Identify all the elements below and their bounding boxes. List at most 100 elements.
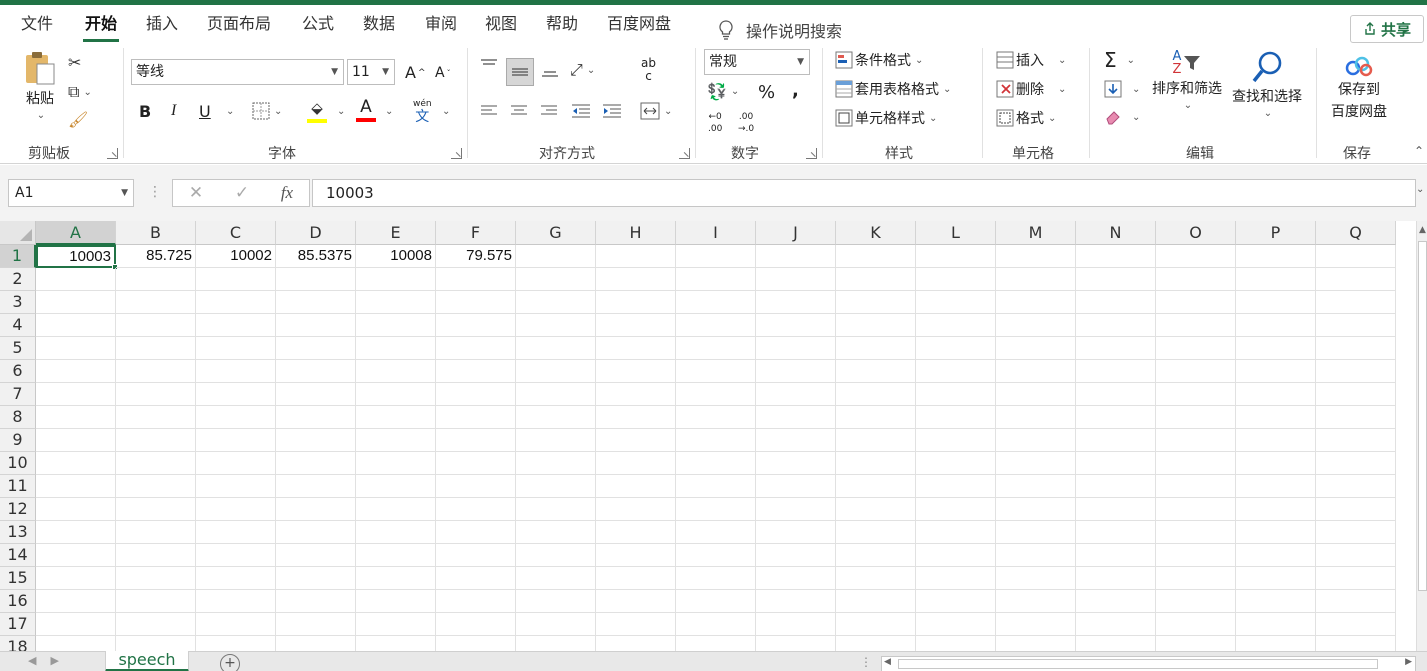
cell-k5[interactable] <box>836 337 916 360</box>
row-header-18[interactable]: 18 <box>0 636 36 651</box>
tab-review[interactable]: 审阅 <box>423 12 459 42</box>
cell-p8[interactable] <box>1236 406 1316 429</box>
cell-k8[interactable] <box>836 406 916 429</box>
cell-d15[interactable] <box>276 567 356 590</box>
cell-c10[interactable] <box>196 452 276 475</box>
cell-a16[interactable] <box>36 590 116 613</box>
chevron-down-icon[interactable]: ⌄ <box>442 106 450 117</box>
align-center-button[interactable] <box>510 104 528 118</box>
cell-b12[interactable] <box>116 498 196 521</box>
cell-e16[interactable] <box>356 590 436 613</box>
cell-j8[interactable] <box>756 406 836 429</box>
cell-p12[interactable] <box>1236 498 1316 521</box>
cell-n2[interactable] <box>1076 268 1156 291</box>
increase-indent-button[interactable] <box>602 104 622 118</box>
cell-c3[interactable] <box>196 291 276 314</box>
vertical-scrollbar[interactable]: ▲ <box>1416 221 1427 651</box>
cell-q13[interactable] <box>1316 521 1396 544</box>
cell-e2[interactable] <box>356 268 436 291</box>
cell-l12[interactable] <box>916 498 996 521</box>
cell-c17[interactable] <box>196 613 276 636</box>
row-header-16[interactable]: 16 <box>0 590 36 613</box>
cell-g18[interactable] <box>516 636 596 651</box>
cell-o14[interactable] <box>1156 544 1236 567</box>
cell-e12[interactable] <box>356 498 436 521</box>
cell-d1[interactable]: 85.5375 <box>276 245 356 268</box>
cell-a18[interactable] <box>36 636 116 651</box>
cell-d12[interactable] <box>276 498 356 521</box>
sheet-tab-speech[interactable]: speech <box>105 651 189 671</box>
clipboard-launcher-icon[interactable] <box>107 148 118 159</box>
cell-o13[interactable] <box>1156 521 1236 544</box>
cell-f8[interactable] <box>436 406 516 429</box>
cell-q8[interactable] <box>1316 406 1396 429</box>
cell-h4[interactable] <box>596 314 676 337</box>
sheet-next-icon[interactable]: ▶ <box>50 654 58 667</box>
cell-h9[interactable] <box>596 429 676 452</box>
column-header-k[interactable]: K <box>836 221 916 245</box>
cell-j3[interactable] <box>756 291 836 314</box>
italic-button[interactable]: I <box>171 102 176 120</box>
cell-m13[interactable] <box>996 521 1076 544</box>
cell-p13[interactable] <box>1236 521 1316 544</box>
cell-o15[interactable] <box>1156 567 1236 590</box>
cell-j5[interactable] <box>756 337 836 360</box>
cell-o4[interactable] <box>1156 314 1236 337</box>
orientation-button[interactable]: ⤢ ⌄ <box>570 60 595 80</box>
cell-e1[interactable]: 10008 <box>356 245 436 268</box>
cell-b10[interactable] <box>116 452 196 475</box>
cell-d7[interactable] <box>276 383 356 406</box>
add-sheet-button[interactable]: + <box>220 654 240 671</box>
cell-k13[interactable] <box>836 521 916 544</box>
cell-l4[interactable] <box>916 314 996 337</box>
horizontal-scrollbar[interactable]: ◀ ▶ <box>881 656 1416 671</box>
vertical-scroll-thumb[interactable] <box>1418 241 1427 591</box>
cell-e17[interactable] <box>356 613 436 636</box>
cell-e14[interactable] <box>356 544 436 567</box>
column-header-b[interactable]: B <box>116 221 196 245</box>
cell-d18[interactable] <box>276 636 356 651</box>
cell-d3[interactable] <box>276 291 356 314</box>
decrease-indent-button[interactable] <box>571 104 591 118</box>
cell-h13[interactable] <box>596 521 676 544</box>
cell-l3[interactable] <box>916 291 996 314</box>
cell-h3[interactable] <box>596 291 676 314</box>
cell-f3[interactable] <box>436 291 516 314</box>
row-header-2[interactable]: 2 <box>0 268 36 291</box>
cell-d14[interactable] <box>276 544 356 567</box>
cell-n8[interactable] <box>1076 406 1156 429</box>
column-header-e[interactable]: E <box>356 221 436 245</box>
cell-b15[interactable] <box>116 567 196 590</box>
row-header-6[interactable]: 6 <box>0 360 36 383</box>
share-button[interactable]: 共享 <box>1350 15 1424 43</box>
phonetic-button[interactable]: wén 文 <box>413 99 432 124</box>
cell-m14[interactable] <box>996 544 1076 567</box>
cell-m17[interactable] <box>996 613 1076 636</box>
cell-b16[interactable] <box>116 590 196 613</box>
cell-j4[interactable] <box>756 314 836 337</box>
cell-q16[interactable] <box>1316 590 1396 613</box>
align-top-button[interactable] <box>480 58 498 72</box>
tab-baidu-netdisk[interactable]: 百度网盘 <box>605 12 673 42</box>
column-header-q[interactable]: Q <box>1316 221 1396 245</box>
column-header-o[interactable]: O <box>1156 221 1236 245</box>
cell-e11[interactable] <box>356 475 436 498</box>
tab-formulas[interactable]: 公式 <box>300 12 336 42</box>
cell-a6[interactable] <box>36 360 116 383</box>
cell-i16[interactable] <box>676 590 756 613</box>
cell-f14[interactable] <box>436 544 516 567</box>
cell-g15[interactable] <box>516 567 596 590</box>
cell-b3[interactable] <box>116 291 196 314</box>
cell-j18[interactable] <box>756 636 836 651</box>
row-header-8[interactable]: 8 <box>0 406 36 429</box>
column-header-n[interactable]: N <box>1076 221 1156 245</box>
cell-o5[interactable] <box>1156 337 1236 360</box>
cell-a2[interactable] <box>36 268 116 291</box>
cell-a7[interactable] <box>36 383 116 406</box>
cell-q12[interactable] <box>1316 498 1396 521</box>
cell-h12[interactable] <box>596 498 676 521</box>
cell-f11[interactable] <box>436 475 516 498</box>
cell-h8[interactable] <box>596 406 676 429</box>
cell-d8[interactable] <box>276 406 356 429</box>
cell-l6[interactable] <box>916 360 996 383</box>
